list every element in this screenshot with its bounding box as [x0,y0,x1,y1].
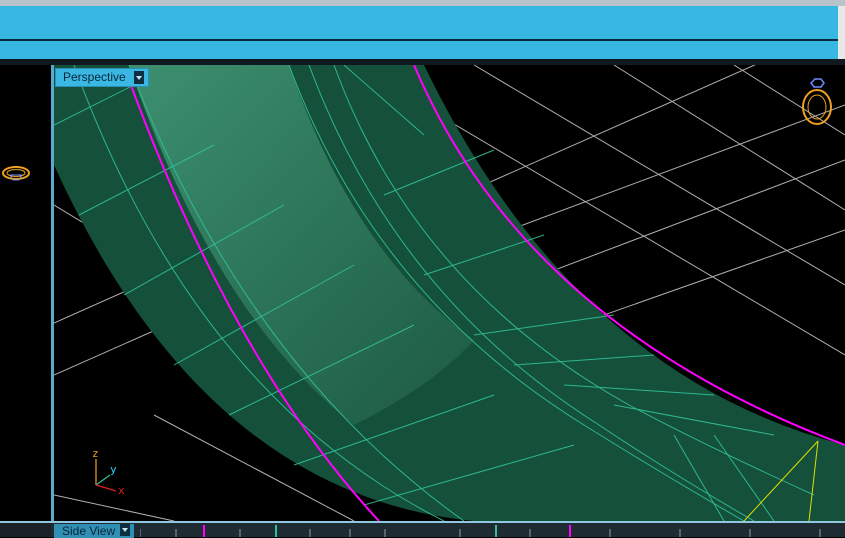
side-view-ruler [140,525,821,537]
secondary-toolbar[interactable] [0,41,838,59]
chevron-down-icon[interactable] [120,524,131,536]
side-view-label-text[interactable]: Side View [62,524,115,538]
scene-canvas[interactable] [54,65,845,521]
viewport-label[interactable]: Perspective [55,68,149,87]
left-viewport[interactable] [0,65,51,521]
axis-z-label: z [92,447,99,460]
axis-tripod: z y x [92,447,125,495]
side-view-label[interactable]: Side View [54,524,135,538]
ring-gizmo-icon[interactable] [797,77,837,129]
perspective-viewport[interactable]: Perspective z y x [54,65,845,521]
ring-gizmo-icon[interactable] [0,161,32,185]
chevron-down-icon[interactable] [133,71,144,84]
viewport-label-text[interactable]: Perspective [63,69,126,86]
axis-y-label: y [110,463,117,476]
ribbon-scroll-edge [838,6,845,59]
toolbar-ribbon[interactable] [0,6,838,39]
axis-x-label: x [118,484,125,495]
